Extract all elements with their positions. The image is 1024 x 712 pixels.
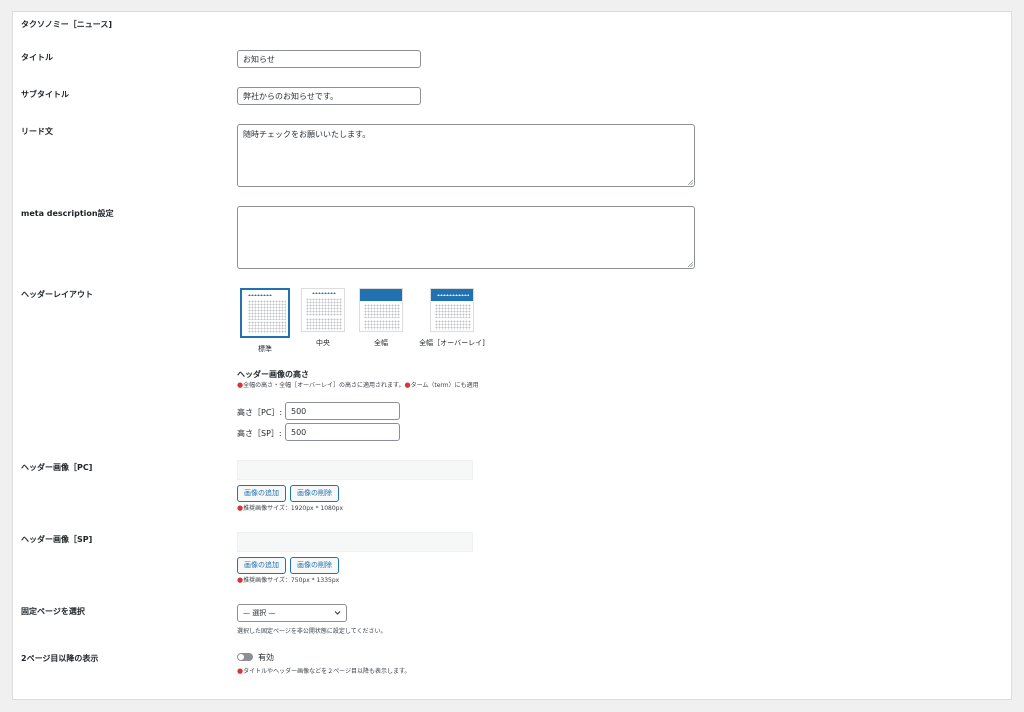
taxonomy-settings-panel: タクソノミー［ニュース] タイトル サブタイトル リード文 随時チェックをお願い… — [12, 11, 1012, 700]
header-image-sp-preview — [237, 532, 473, 552]
height-pc-label: 高さ［PC］: — [237, 408, 283, 417]
header-image-pc-preview — [237, 460, 473, 480]
header-height-note: ●全幅の高さ・全幅［オーバーレイ］の高さに適用されます。●ターム（term）にも… — [237, 381, 479, 389]
header-image-pc-label: ヘッダー画像［PC] — [21, 463, 93, 472]
layout-option-fullwidth-overlay[interactable]: 全幅［オーバーレイ] — [417, 288, 487, 348]
title-label: タイトル — [21, 53, 53, 62]
lead-textarea[interactable]: 随時チェックをお願いいたします。 — [237, 124, 695, 187]
image-pc-size-note: ●推奨画像サイズ：1920px * 1080px — [237, 504, 344, 512]
resize-grip-icon[interactable] — [687, 179, 693, 185]
layout-caption-fullwidth: 全幅 — [374, 339, 388, 347]
second-page-label: 2ページ目以降の表示 — [21, 654, 99, 663]
toggle-label: 有効 — [258, 653, 274, 662]
lead-text: 随時チェックをお願いいたします。 — [243, 130, 371, 139]
fixed-page-label: 固定ページを選択 — [21, 607, 85, 616]
layout-option-center[interactable]: 中央 — [301, 288, 345, 348]
height-sp-input[interactable] — [285, 423, 400, 441]
header-height-heading: ヘッダー画像の高さ — [237, 370, 309, 379]
second-page-toggle[interactable] — [237, 653, 253, 661]
section-title: タクソノミー［ニュース] — [21, 20, 113, 29]
add-image-pc-button[interactable]: 画像の追加 — [237, 485, 286, 502]
layout-center-icon — [301, 288, 345, 332]
image-sp-size-note: ●推奨画像サイズ：750px * 1335px — [237, 576, 340, 584]
second-page-note: ●タイトルやヘッダー画像などを２ページ目以降も表示します。 — [237, 667, 411, 675]
meta-textarea[interactable] — [237, 206, 695, 269]
layout-caption-center: 中央 — [316, 339, 330, 347]
layout-option-standard[interactable]: 標準 — [239, 288, 291, 354]
layout-option-fullwidth[interactable]: 全幅 — [359, 288, 403, 348]
fixed-page-select[interactable]: — 選択 — — [237, 604, 347, 622]
remove-image-sp-button[interactable]: 画像の削除 — [290, 557, 339, 574]
fixed-page-note: 選択した固定ページを非公開状態に設定してください。 — [237, 628, 387, 635]
meta-label: meta description設定 — [21, 209, 114, 218]
height-pc-input[interactable] — [285, 402, 400, 420]
subtitle-label: サブタイトル — [21, 90, 69, 99]
layout-standard-icon — [240, 288, 290, 338]
add-image-sp-button[interactable]: 画像の追加 — [237, 557, 286, 574]
layout-caption-fullwidth-overlay: 全幅［オーバーレイ] — [419, 339, 485, 347]
layout-caption-standard: 標準 — [258, 345, 272, 353]
resize-grip-icon[interactable] — [687, 261, 693, 267]
remove-image-pc-button[interactable]: 画像の削除 — [290, 485, 339, 502]
title-input[interactable] — [237, 50, 421, 68]
header-image-sp-label: ヘッダー画像［SP] — [21, 535, 93, 544]
layout-fullwidth-icon — [359, 288, 403, 332]
fixed-page-selected: — 選択 — — [243, 609, 276, 617]
toggle-knob — [238, 654, 244, 660]
subtitle-input[interactable] — [237, 87, 421, 105]
height-sp-label: 高さ［SP］: — [237, 429, 282, 438]
chevron-down-icon — [334, 611, 341, 615]
layout-overlay-icon — [430, 288, 474, 332]
lead-label: リード文 — [21, 127, 53, 136]
header-layout-label: ヘッダーレイアウト — [21, 290, 93, 299]
